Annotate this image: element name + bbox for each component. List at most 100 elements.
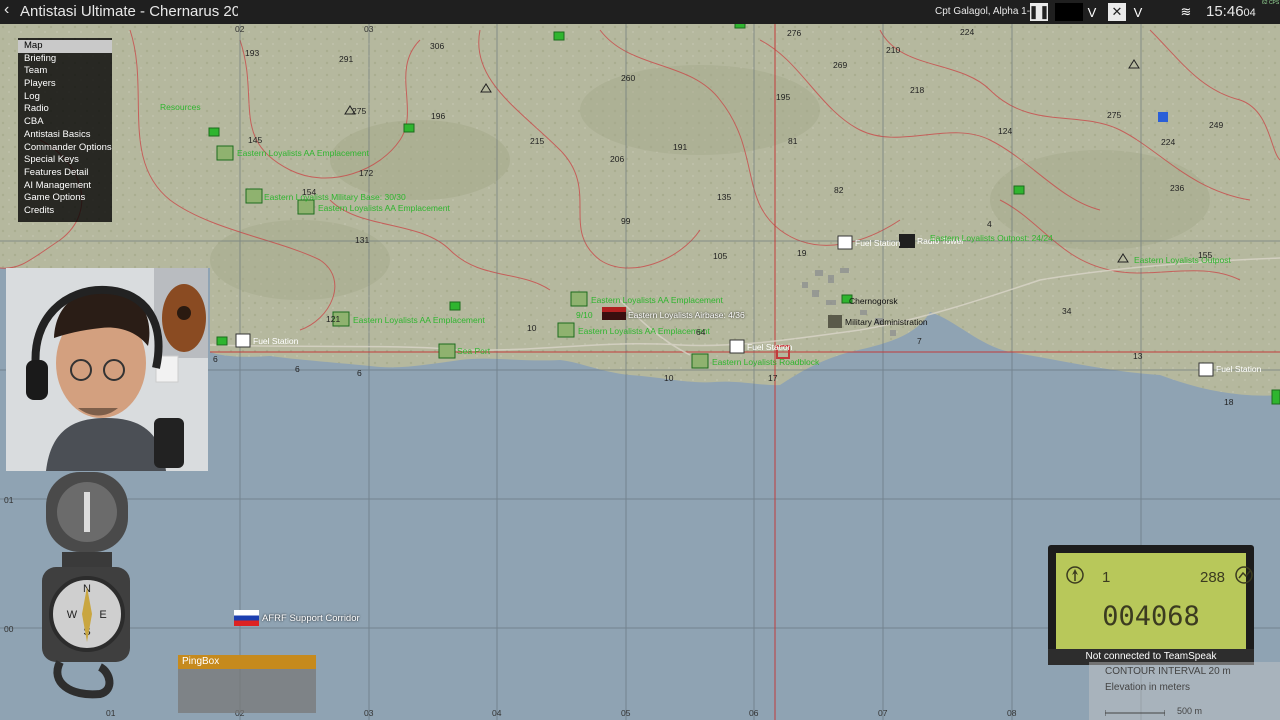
elevation: 121 <box>326 314 341 324</box>
marker-military-base[interactable] <box>245 188 263 204</box>
pause-button[interactable]: ❚❚ <box>1028 3 1050 21</box>
label-sea-port: Sea Port <box>457 346 491 356</box>
elevation: 195 <box>776 92 791 102</box>
label-resources: Resources <box>160 102 201 112</box>
marker-aa-4[interactable] <box>570 291 588 307</box>
grid-label: 01 <box>106 708 116 718</box>
chevron-down-icon[interactable]: V <box>1085 3 1099 21</box>
elevation: 124 <box>998 126 1013 136</box>
label-outpost-1: Eastern Loyalists Outpost: 24/24 <box>930 233 1053 243</box>
elevation: 155 <box>1198 250 1213 260</box>
elevation: 10 <box>664 373 674 383</box>
marker-fuel-station-1[interactable] <box>235 333 251 348</box>
elevation: 196 <box>431 111 446 121</box>
elevation: 7 <box>917 336 922 346</box>
marker-aa-5[interactable] <box>557 322 575 338</box>
elevation: 215 <box>530 136 545 146</box>
black-square-icon[interactable] <box>1055 3 1083 21</box>
label-aa-4: Eastern Loyalists AA Emplacement <box>591 295 723 305</box>
label-chernogorsk: Chernogorsk <box>849 296 898 306</box>
menu-item-map[interactable]: Map <box>18 40 112 53</box>
menu-item-antistasi-basics[interactable]: Antistasi Basics <box>18 129 112 142</box>
elevation-note: Elevation in meters <box>1105 682 1191 693</box>
menu-item-ai-management[interactable]: AI Management <box>18 180 112 193</box>
elevation: 291 <box>339 54 354 64</box>
menu-item-credits[interactable]: Credits <box>18 205 112 218</box>
pingbox[interactable]: PingBox <box>178 655 316 713</box>
map-legend: CONTOUR INTERVAL 20 m Elevation in meter… <box>1089 662 1280 720</box>
elevation: 64 <box>696 327 706 337</box>
elevation: 99 <box>621 216 631 226</box>
grid-label: 00 <box>4 624 14 634</box>
elevation: 82 <box>834 185 844 195</box>
menu-item-radio[interactable]: Radio <box>18 103 112 116</box>
label-military-administration: Military Administration <box>845 317 928 327</box>
elevation: 34 <box>1062 306 1072 316</box>
elevation: 19 <box>797 248 807 258</box>
back-icon[interactable]: ‹ <box>4 1 9 19</box>
menu-item-log[interactable]: Log <box>18 91 112 104</box>
grid-label: 08 <box>1007 708 1017 718</box>
marker-military-administration[interactable] <box>828 315 842 328</box>
elevation: 154 <box>302 187 317 197</box>
elevation: 206 <box>610 154 625 164</box>
menu-item-cba[interactable]: CBA <box>18 116 112 129</box>
chevron-down-icon[interactable]: V <box>1131 3 1145 21</box>
menu-item-commander-options[interactable]: Commander Options <box>18 142 112 155</box>
grid-label: 03 <box>364 708 374 718</box>
marker-fuel-station-2[interactable] <box>729 339 745 354</box>
elevation: 135 <box>717 192 732 202</box>
clock: 15:4604 <box>1206 3 1256 20</box>
gps-screen: 1 288 004068 <box>1056 553 1253 657</box>
marker-roadblock[interactable] <box>691 353 709 369</box>
elevation: 6 <box>357 368 362 378</box>
grid-label: 07 <box>878 708 888 718</box>
layers-icon[interactable]: ≋ <box>1178 3 1194 21</box>
speed-gauge-icon <box>1235 566 1253 584</box>
grid-label: 02 <box>235 24 245 34</box>
elevation: 218 <box>910 85 925 95</box>
elevation: 13 <box>1133 351 1143 361</box>
marker-aa-1[interactable] <box>216 145 234 161</box>
afrf-support-corridor[interactable]: AFRF Support Corridor <box>234 610 360 626</box>
marker-sea-port[interactable] <box>438 343 456 359</box>
elevation: 131 <box>355 235 370 245</box>
elevation: 193 <box>245 48 260 58</box>
elevation: 224 <box>960 27 975 37</box>
scale-label: 500 m <box>1177 706 1203 716</box>
afrf-label: AFRF Support Corridor <box>262 612 360 624</box>
menu-item-special-keys[interactable]: Special Keys <box>18 154 112 167</box>
label-aa-1: Eastern Loyalists AA Emplacement <box>237 148 369 158</box>
menu-item-briefing[interactable]: Briefing <box>18 53 112 66</box>
title-bar: ‹ Antistasi Ultimate - Chernarus 2020 Cp… <box>0 0 1280 24</box>
fps-counter: 62 CPS <box>1262 0 1280 6</box>
svg-text:E: E <box>99 609 106 621</box>
label-aa-3: Eastern Loyalists AA Emplacement <box>353 315 485 325</box>
grid-label: 05 <box>621 708 631 718</box>
grid-label: 01 <box>4 495 14 505</box>
menu-item-game-options[interactable]: Game Options <box>18 192 112 205</box>
scale-bar <box>1105 710 1165 716</box>
close-box-icon[interactable]: ✕ <box>1108 3 1126 21</box>
marker-fuel-station-3[interactable] <box>837 235 853 250</box>
menu-item-players[interactable]: Players <box>18 78 112 91</box>
marker-aa-2[interactable] <box>297 199 315 215</box>
elevation: 224 <box>1161 137 1176 147</box>
svg-text:W: W <box>67 609 78 621</box>
menu-item-team[interactable]: Team <box>18 65 112 78</box>
elevation: 6 <box>295 364 300 374</box>
marker-radio-tower[interactable] <box>899 234 915 248</box>
elevation: 17 <box>768 373 778 383</box>
marker-fuel-station-4[interactable] <box>1198 362 1214 377</box>
gps-device: 1 288 004068 Not connected to TeamSpeak <box>1048 545 1254 665</box>
webcam-overlay <box>6 268 208 471</box>
grid-label: 04 <box>492 708 502 718</box>
label-fuel-station-1: Fuel Station <box>253 336 299 346</box>
label-fuel-station-3: Fuel Station <box>855 238 901 248</box>
compass-widget: N W E S <box>40 472 134 702</box>
menu-item-features-detail[interactable]: Features Detail <box>18 167 112 180</box>
label-military-base: Eastern Loyalists Military Base: 30/30 <box>264 192 406 202</box>
label-airbase: Eastern Loyalists Airbase: 4/36 <box>628 310 745 320</box>
contour-interval: CONTOUR INTERVAL 20 m <box>1105 666 1231 677</box>
label-aa-5: Eastern Loyalists AA Emplacement <box>578 326 710 336</box>
